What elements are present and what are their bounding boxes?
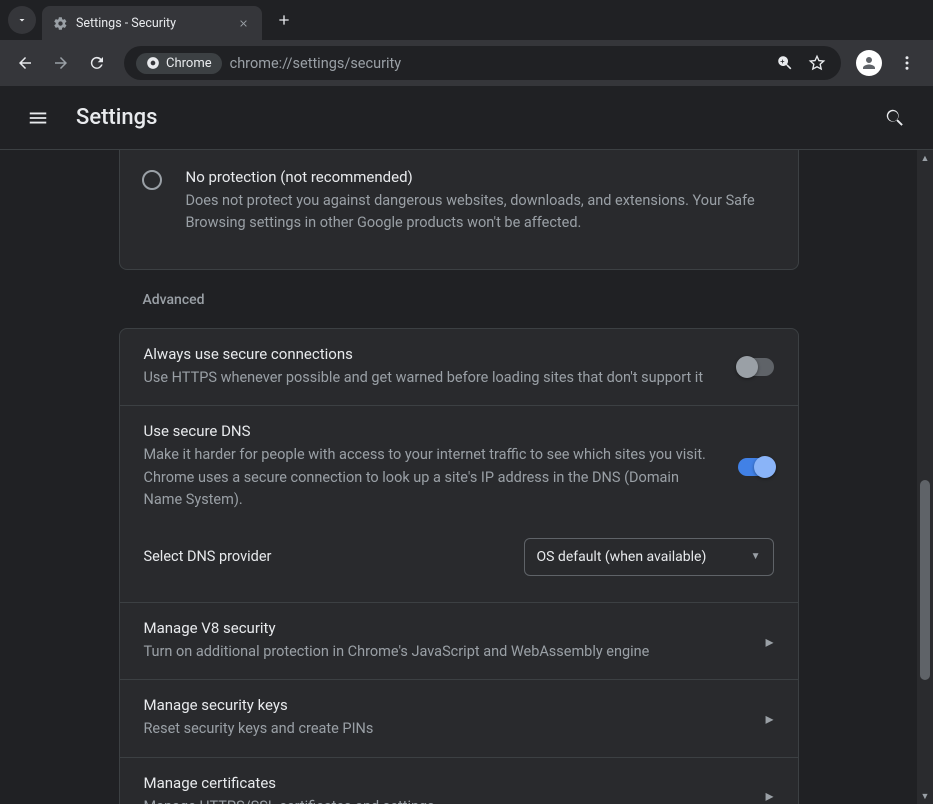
site-chip[interactable]: Chrome [136,53,222,74]
site-chip-label: Chrome [166,56,212,71]
setting-description: Turn on additional protection in Chrome'… [144,641,746,663]
manage-v8-row[interactable]: Manage V8 security Turn on additional pr… [120,602,798,679]
setting-title: Manage certificates [144,774,746,792]
vertical-scrollbar[interactable]: ▲ ▼ [917,150,933,804]
page-header: Settings [0,86,933,150]
dns-provider-label: Select DNS provider [144,548,504,565]
browser-toolbar: Chrome chrome://settings/security [0,40,933,86]
manage-security-keys-row[interactable]: Manage security keys Reset security keys… [120,679,798,756]
scroll-up-button[interactable]: ▲ [917,150,933,166]
plus-icon [276,12,292,28]
setting-description: Use HTTPS whenever possible and get warn… [144,367,718,389]
chevron-right-icon: ▸ [765,632,773,651]
setting-description: Make it harder for people with access to… [144,444,718,511]
setting-title: Always use secure connections [144,345,718,363]
secure-dns-row: Use secure DNS Make it harder for people… [120,405,798,527]
page-title: Settings [76,105,157,130]
chevron-down-icon: ▼ [751,551,761,562]
no-protection-option[interactable]: No protection (not recommended) Does not… [120,150,798,269]
setting-description: Manage HTTPS/SSL certificates and settin… [144,796,746,804]
option-description: Does not protect you against dangerous w… [186,190,778,235]
setting-title: Use secure DNS [144,422,718,440]
browser-tab[interactable]: Settings - Security [42,6,262,40]
scroll-thumb[interactable] [920,480,930,680]
always-https-toggle[interactable] [738,358,774,376]
dns-provider-select[interactable]: OS default (when available) ▼ [524,538,774,576]
arrow-right-icon [52,54,70,72]
chrome-icon [146,56,160,70]
gear-icon [52,15,68,31]
close-icon[interactable] [234,14,252,32]
url-text: chrome://settings/security [230,55,402,72]
menu-button[interactable] [891,47,923,79]
arrow-left-icon [16,54,34,72]
back-button[interactable] [10,48,40,78]
tab-title: Settings - Security [76,16,226,31]
search-button[interactable] [877,100,913,136]
dots-vertical-icon [898,54,916,72]
option-title: No protection (not recommended) [186,168,778,186]
reload-button[interactable] [82,48,112,78]
select-value: OS default (when available) [537,549,707,565]
menu-icon [27,107,49,129]
dns-provider-row: Select DNS provider OS default (when ava… [120,528,798,602]
setting-description: Reset security keys and create PINs [144,718,746,740]
setting-title: Manage V8 security [144,619,746,637]
setting-title: Manage security keys [144,696,746,714]
chevron-right-icon: ▸ [765,709,773,728]
forward-button[interactable] [46,48,76,78]
radio-icon[interactable] [142,170,162,190]
reload-icon [88,54,106,72]
advanced-section-label: Advanced [119,270,799,322]
address-bar[interactable]: Chrome chrome://settings/security [124,46,841,80]
bookmark-button[interactable] [805,51,829,75]
scroll-down-button[interactable]: ▼ [917,788,933,804]
chevron-down-icon [16,14,28,26]
zoom-icon [776,54,794,72]
chevron-right-icon: ▸ [765,786,773,804]
always-https-row: Always use secure connections Use HTTPS … [120,329,798,405]
search-icon [884,107,906,129]
zoom-button[interactable] [773,51,797,75]
avatar-icon [856,50,882,76]
hamburger-button[interactable] [20,100,56,136]
manage-certificates-row[interactable]: Manage certificates Manage HTTPS/SSL cer… [120,757,798,804]
tab-search-button[interactable] [8,6,36,34]
star-icon [808,54,826,72]
profile-button[interactable] [853,47,885,79]
tab-strip: Settings - Security [0,0,933,40]
new-tab-button[interactable] [270,6,298,34]
secure-dns-toggle[interactable] [738,458,774,476]
